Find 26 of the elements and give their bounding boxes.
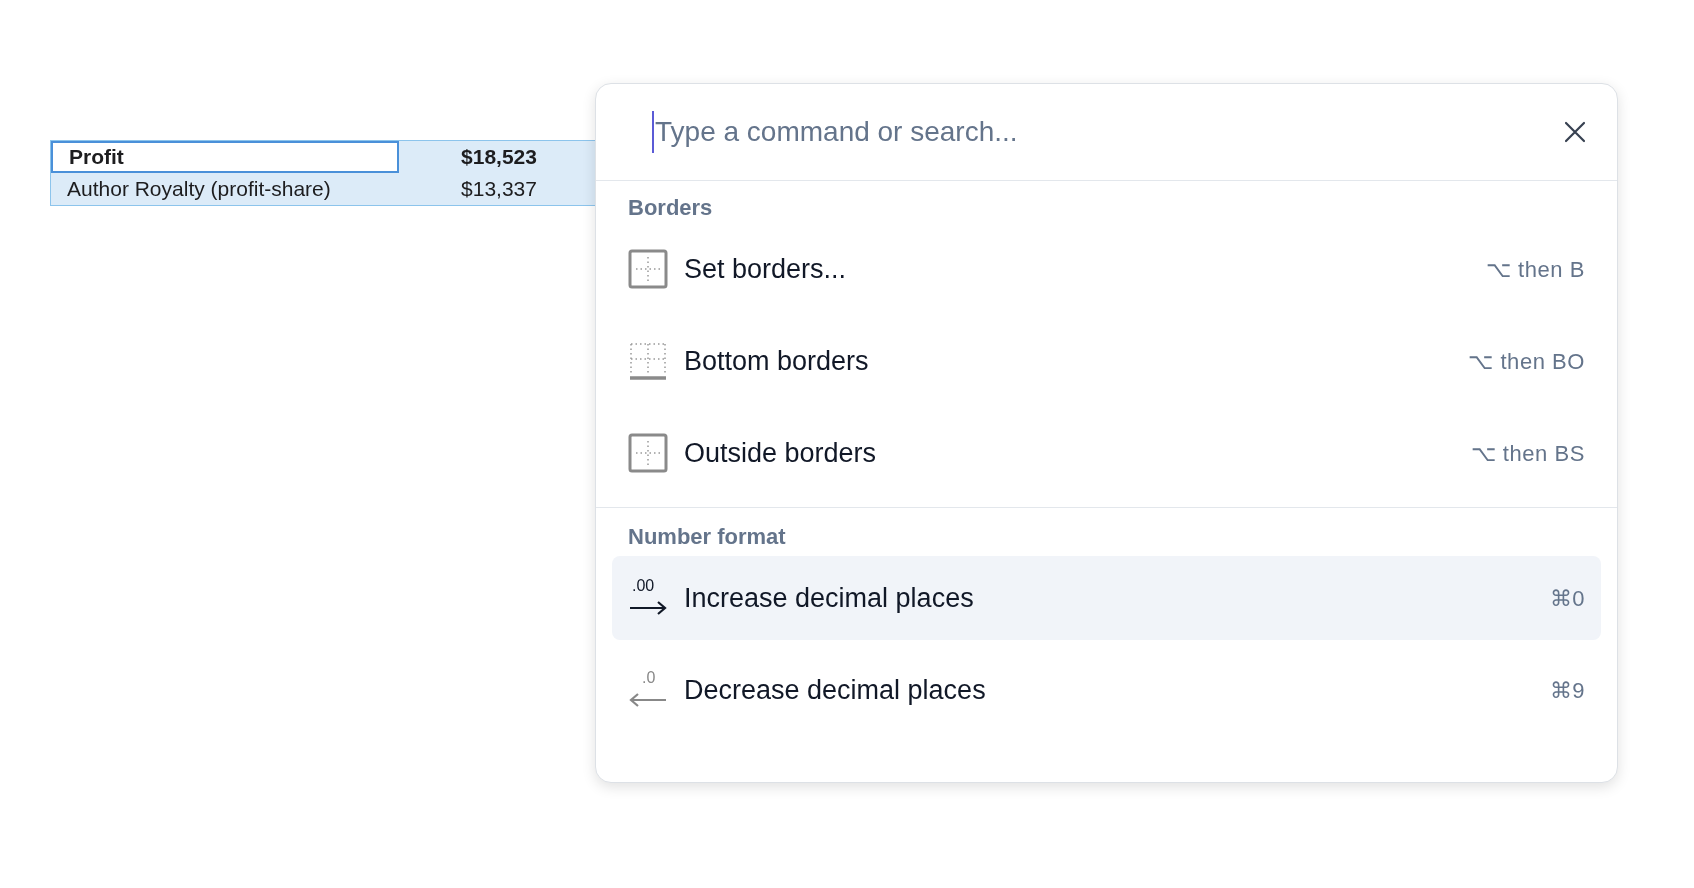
keyboard-shortcut: ⌥ then BS	[1470, 439, 1585, 468]
command-item[interactable]: Set borders... ⌥ then B	[612, 227, 1601, 311]
command-label: Set borders...	[684, 252, 848, 286]
command-label: Increase decimal places	[684, 581, 975, 615]
command-item[interactable]: .0 Decrease decimal places ⌘9	[612, 648, 1601, 732]
command-label: Bottom borders	[684, 344, 870, 378]
close-icon[interactable]	[1563, 120, 1587, 144]
command-item[interactable]: Bottom borders ⌥ then BO	[612, 319, 1601, 403]
command-item[interactable]: .00 Increase decimal places ⌘0	[612, 556, 1601, 640]
table-cell[interactable]: $13,337	[399, 173, 599, 205]
table-cell[interactable]: Author Royalty (profit-share)	[51, 173, 399, 205]
section-header: Borders	[627, 193, 714, 221]
search-field[interactable]: Type a command or search...	[652, 111, 1563, 153]
border-grid-icon	[628, 433, 668, 473]
keyboard-shortcut: ⌘9	[1549, 676, 1585, 705]
table-cell[interactable]: $18,523	[399, 141, 599, 173]
command-item[interactable]: Outside borders ⌥ then BS	[612, 411, 1601, 495]
bottom-border-icon	[628, 341, 668, 381]
keyboard-shortcut: ⌥ then B	[1485, 255, 1585, 284]
table-cell[interactable]: Profit	[51, 141, 399, 173]
command-label: Outside borders	[684, 436, 878, 470]
command-label: Decrease decimal places	[684, 673, 987, 707]
keyboard-shortcut: ⌥ then BO	[1468, 347, 1585, 376]
keyboard-shortcut: ⌘0	[1549, 584, 1585, 613]
border-grid-icon	[628, 249, 668, 289]
section-header: Number format	[627, 522, 787, 550]
